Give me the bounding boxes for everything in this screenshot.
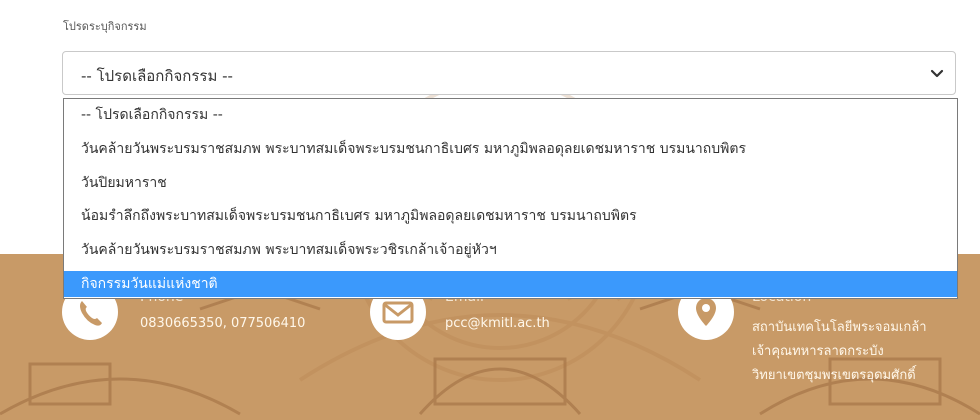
location-line: สถาบันเทคโนโลยีพระจอมเกล้า [752,320,927,335]
dropdown-option-selected[interactable]: กิจกรรมวันแม่แห่งชาติ [64,271,957,297]
chevron-down-icon [930,69,944,78]
activity-select[interactable]: -- โปรดเลือกกิจกรรม -- [62,51,956,95]
location-line: เจ้าคุณทหารลาดกระบัง [752,344,884,359]
dropdown-option[interactable]: วันปิยมหาราช [64,170,957,196]
dropdown-option[interactable]: น้อมรำลึกถึงพระบาทสมเด็จพระบรมชนกาธิเบศร… [64,203,957,229]
email-value[interactable]: pcc@kmitl.ac.th [445,316,550,331]
activity-dropdown-list: -- โปรดเลือกกิจกรรม -- วันคล้ายวันพระบรม… [63,98,958,299]
select-current-value: -- โปรดเลือกกิจกรรม -- [81,67,233,85]
dropdown-option[interactable]: วันคล้ายวันพระบรมราชสมภพ พระบาทสมเด็จพระ… [64,136,957,162]
phone-value[interactable]: 0830665350, 077506410 [140,316,305,331]
location-line: วิทยาเขตชุมพรเขตรอุดมศักดิ์ [752,368,916,383]
activity-field-label: โปรดระบุกิจกรรม [63,20,147,33]
dropdown-option[interactable]: -- โปรดเลือกกิจกรรม -- [64,102,957,128]
dropdown-option[interactable]: วันคล้ายวันพระบรมราชสมภพ พระบาทสมเด็จพระ… [64,237,957,263]
